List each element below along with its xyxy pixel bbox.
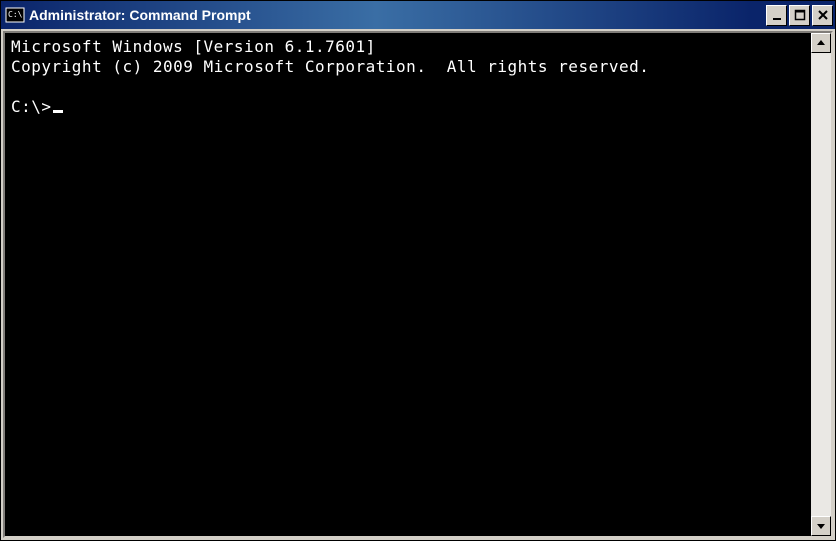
cmd-icon: C:\ <box>5 6 25 24</box>
window-body: Microsoft Windows [Version 6.1.7601] Cop… <box>3 31 833 538</box>
terminal-area[interactable]: Microsoft Windows [Version 6.1.7601] Cop… <box>5 33 811 536</box>
svg-text:C:\: C:\ <box>8 10 23 19</box>
vertical-scrollbar[interactable] <box>811 33 831 536</box>
cursor-icon <box>53 110 63 113</box>
titlebar[interactable]: C:\ Administrator: Command Prompt <box>1 1 835 29</box>
terminal-prompt: C:\> <box>11 97 52 116</box>
scroll-up-button[interactable] <box>811 33 831 53</box>
window-title: Administrator: Command Prompt <box>29 7 764 23</box>
command-prompt-window: C:\ Administrator: Command Prompt Micros… <box>0 0 836 541</box>
close-button[interactable] <box>812 5 833 26</box>
terminal-line-copyright: Copyright (c) 2009 Microsoft Corporation… <box>11 57 649 76</box>
window-controls <box>764 5 833 26</box>
scroll-track[interactable] <box>811 53 831 516</box>
minimize-button[interactable] <box>766 5 787 26</box>
scroll-down-button[interactable] <box>811 516 831 536</box>
terminal-line-version: Microsoft Windows [Version 6.1.7601] <box>11 37 376 56</box>
maximize-button[interactable] <box>789 5 810 26</box>
